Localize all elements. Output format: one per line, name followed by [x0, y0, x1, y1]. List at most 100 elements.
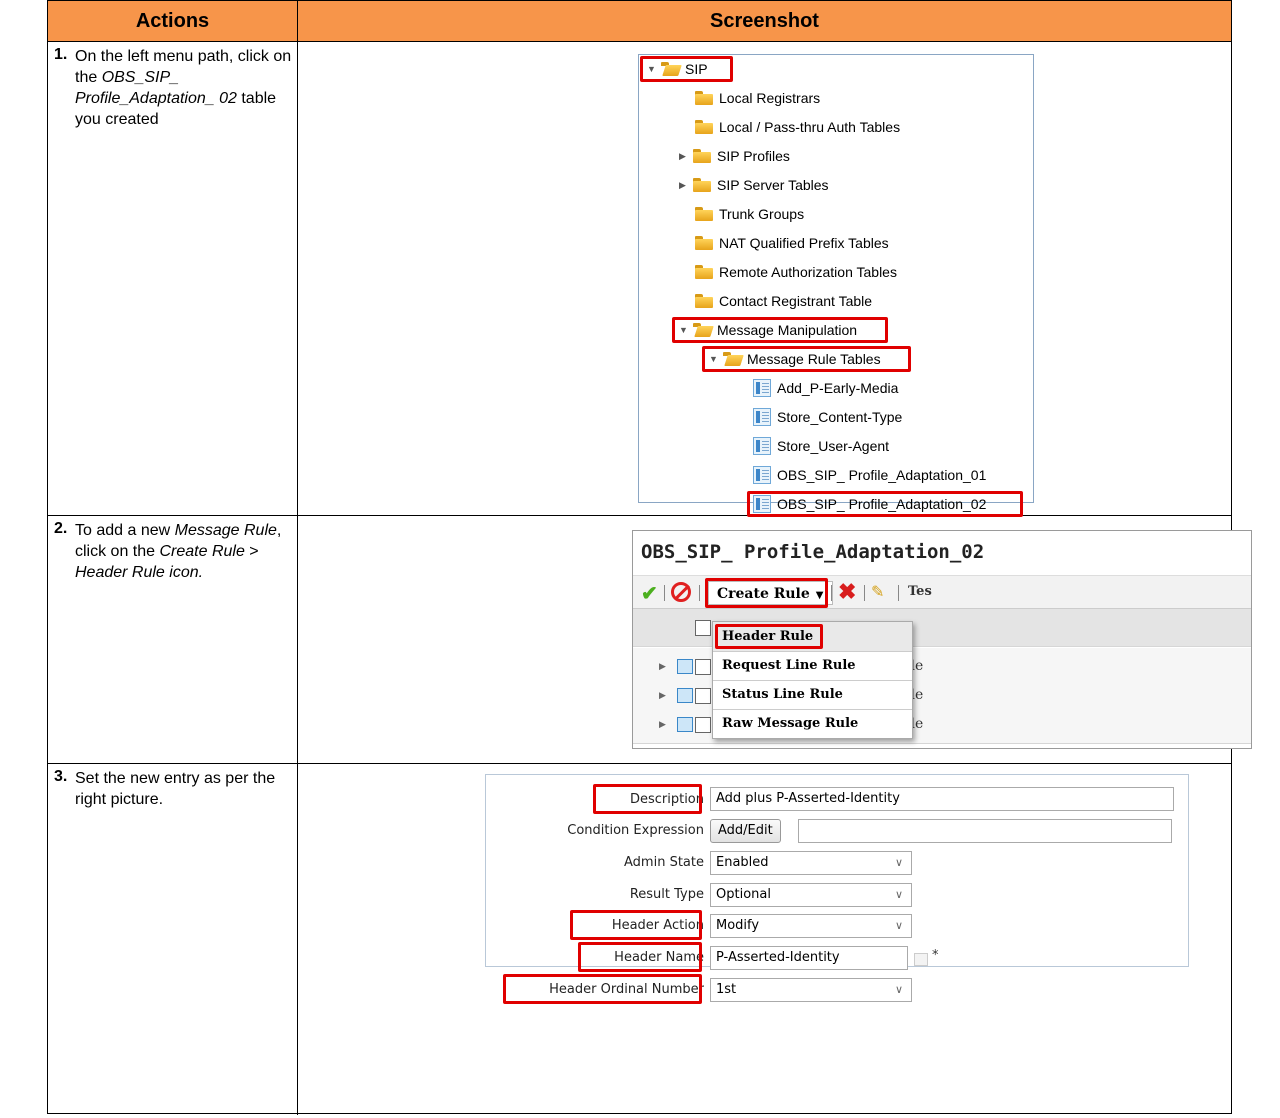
expand-arrow-icon[interactable]: ▶	[659, 719, 666, 730]
toolbar-separator	[864, 585, 865, 601]
step-1-number: 1.	[54, 46, 68, 63]
tree-item-add-p-early-media[interactable]: Add_P-Early-Media	[753, 377, 898, 399]
expand-arrow-icon[interactable]: ▶	[679, 151, 691, 162]
prohibit-icon[interactable]	[671, 582, 691, 602]
tree-item-store-content-type[interactable]: Store_Content-Type	[753, 406, 902, 428]
create-rule-menu: Header Rule Request Line Rule Status Lin…	[712, 621, 913, 739]
screenshot-column-header: Screenshot	[298, 1, 1231, 42]
tree-item-nat-prefix-tables[interactable]: NAT Qualified Prefix Tables	[695, 232, 889, 254]
table-icon	[753, 379, 771, 397]
tree-item-store-user-agent[interactable]: Store_User-Agent	[753, 435, 889, 457]
admin-state-value: Enabled	[716, 855, 769, 870]
tree-item-label: Contact Registrant Table	[719, 293, 873, 309]
result-type-value: Optional	[716, 887, 771, 902]
instructions-table: Actions Screenshot 1. On the left menu p…	[47, 0, 1252, 1115]
table-icon	[753, 408, 771, 426]
tree-item-remote-auth-tables[interactable]: Remote Authorization Tables	[695, 261, 897, 283]
rule-icon	[677, 688, 693, 703]
rule-icon	[677, 659, 693, 674]
tree-item-label: Add_P-Early-Media	[777, 380, 899, 396]
step-1-row: 1. On the left menu path, click on the O…	[48, 42, 1231, 517]
folder-icon	[693, 149, 711, 163]
table-icon	[753, 437, 771, 455]
header-action-value: Modify	[716, 918, 760, 933]
toolbar-separator	[699, 585, 700, 601]
highlight-box	[705, 578, 828, 608]
tree-item-sip-server-tables[interactable]: ▶ SIP Server Tables	[679, 174, 829, 196]
folder-icon	[695, 236, 713, 250]
navigation-tree: ▼ SIP Local Registrars Local / Pass-thru…	[638, 54, 1034, 517]
toolbar-separator	[664, 585, 665, 601]
step-2-row: 2. To add a new Message Rule, click on t…	[48, 516, 1252, 764]
copy-icon[interactable]	[914, 949, 928, 966]
tree-item-label: OBS_SIP_ Profile_Adaptation_01	[777, 467, 987, 483]
tree-item-label: Store_User-Agent	[777, 438, 890, 454]
step-1-text: On the left menu path, click on the OBS_…	[75, 46, 295, 130]
folder-icon	[695, 91, 713, 105]
menu-item-request-line-rule[interactable]: Request Line Rule	[713, 651, 912, 681]
expand-arrow-icon[interactable]: ▶	[659, 690, 666, 701]
table-icon	[753, 466, 771, 484]
rule-icon	[677, 717, 693, 732]
condition-expression-input[interactable]	[798, 819, 1172, 843]
tree-item-obs-adaptation-01[interactable]: OBS_SIP_ Profile_Adaptation_01	[753, 464, 986, 486]
toolbar-more-label[interactable]: Tes	[908, 584, 932, 599]
highlight-box	[593, 784, 702, 814]
step-2-action-cell: 2. To add a new Message Rule, click on t…	[48, 516, 298, 763]
step-2-text-message-rule: Message Rule	[174, 522, 277, 539]
menu-item-raw-message-rule[interactable]: Raw Message Rule	[713, 709, 912, 739]
result-type-select[interactable]: Optional	[710, 883, 912, 907]
toolbar-separator	[898, 585, 899, 601]
step-2-text-separator: >	[244, 543, 259, 560]
tree-item-label: NAT Qualified Prefix Tables	[719, 235, 889, 251]
header-action-select[interactable]: Modify	[710, 914, 912, 938]
add-edit-button[interactable]: Add/Edit	[710, 819, 781, 843]
step-2-text-pre: To add a new	[75, 522, 175, 539]
tree-item-label: Remote Authorization Tables	[719, 264, 897, 280]
highlight-box	[503, 974, 702, 1004]
step-1-action-cell: 1. On the left menu path, click on the O…	[48, 42, 298, 515]
description-input[interactable]: Add plus P-Asserted-Identity	[710, 787, 1174, 811]
row-checkbox[interactable]	[695, 688, 711, 704]
step-3-row: 3. Set the new entry as per the right pi…	[48, 764, 1231, 1115]
step-3-screenshot-cell: Description Add plus P-Asserted-Identity…	[298, 764, 1231, 1115]
rule-table-title: OBS_SIP_ Profile_Adaptation_02	[641, 541, 985, 563]
tree-item-label: SIP Profiles	[717, 148, 790, 164]
folder-icon	[693, 178, 711, 192]
edit-pencil-icon[interactable]: ✎	[871, 582, 884, 602]
row-checkbox[interactable]	[695, 717, 711, 733]
tree-item-trunk-groups[interactable]: Trunk Groups	[695, 203, 804, 225]
tree-item-label: Store_Content-Type	[777, 409, 903, 425]
expand-arrow-icon[interactable]: ▶	[679, 180, 691, 191]
select-all-checkbox[interactable]	[695, 620, 711, 636]
highlight-box	[570, 910, 702, 940]
row-checkbox[interactable]	[695, 659, 711, 675]
tree-item-local-registrars[interactable]: Local Registrars	[695, 87, 820, 109]
tree-item-local-auth-tables[interactable]: Local / Pass-thru Auth Tables	[695, 116, 900, 138]
highlight-box	[702, 346, 911, 372]
tree-item-sip-profiles[interactable]: ▶ SIP Profiles	[679, 145, 790, 167]
tree-item-contact-registrant[interactable]: Contact Registrant Table	[695, 290, 872, 312]
step-2-text: To add a new Message Rule, click on the …	[75, 520, 295, 583]
required-marker: *	[932, 948, 939, 963]
tree-item-label: Local / Pass-thru Auth Tables	[719, 119, 901, 135]
expand-arrow-icon[interactable]: ▶	[659, 661, 666, 672]
step-2-screenshot-cell: OBS_SIP_ Profile_Adaptation_02 ✔ Create …	[298, 516, 1252, 763]
header-ordinal-select[interactable]: 1st	[710, 978, 912, 1002]
delete-icon[interactable]: ✖	[838, 579, 856, 605]
admin-state-select[interactable]: Enabled	[710, 851, 912, 875]
menu-item-status-line-rule[interactable]: Status Line Rule	[713, 680, 912, 710]
folder-icon	[695, 265, 713, 279]
rule-table-panel: OBS_SIP_ Profile_Adaptation_02 ✔ Create …	[632, 530, 1252, 749]
tree-item-label: SIP Server Tables	[717, 177, 829, 193]
checkmark-icon[interactable]: ✔	[641, 581, 658, 606]
tree-item-label: Local Registrars	[719, 90, 821, 106]
step-1-screenshot-cell: ▼ SIP Local Registrars Local / Pass-thru…	[298, 42, 1231, 517]
step-3-number: 3.	[54, 768, 68, 785]
step-2-text-create-rule: Create Rule	[159, 543, 245, 560]
highlight-box	[640, 56, 733, 82]
header-name-input[interactable]: P-Asserted-Identity	[710, 946, 908, 970]
step-2-text-post: icon.	[164, 564, 204, 581]
step-3-action-cell: 3. Set the new entry as per the right pi…	[48, 764, 298, 1115]
highlight-box	[747, 491, 1023, 517]
